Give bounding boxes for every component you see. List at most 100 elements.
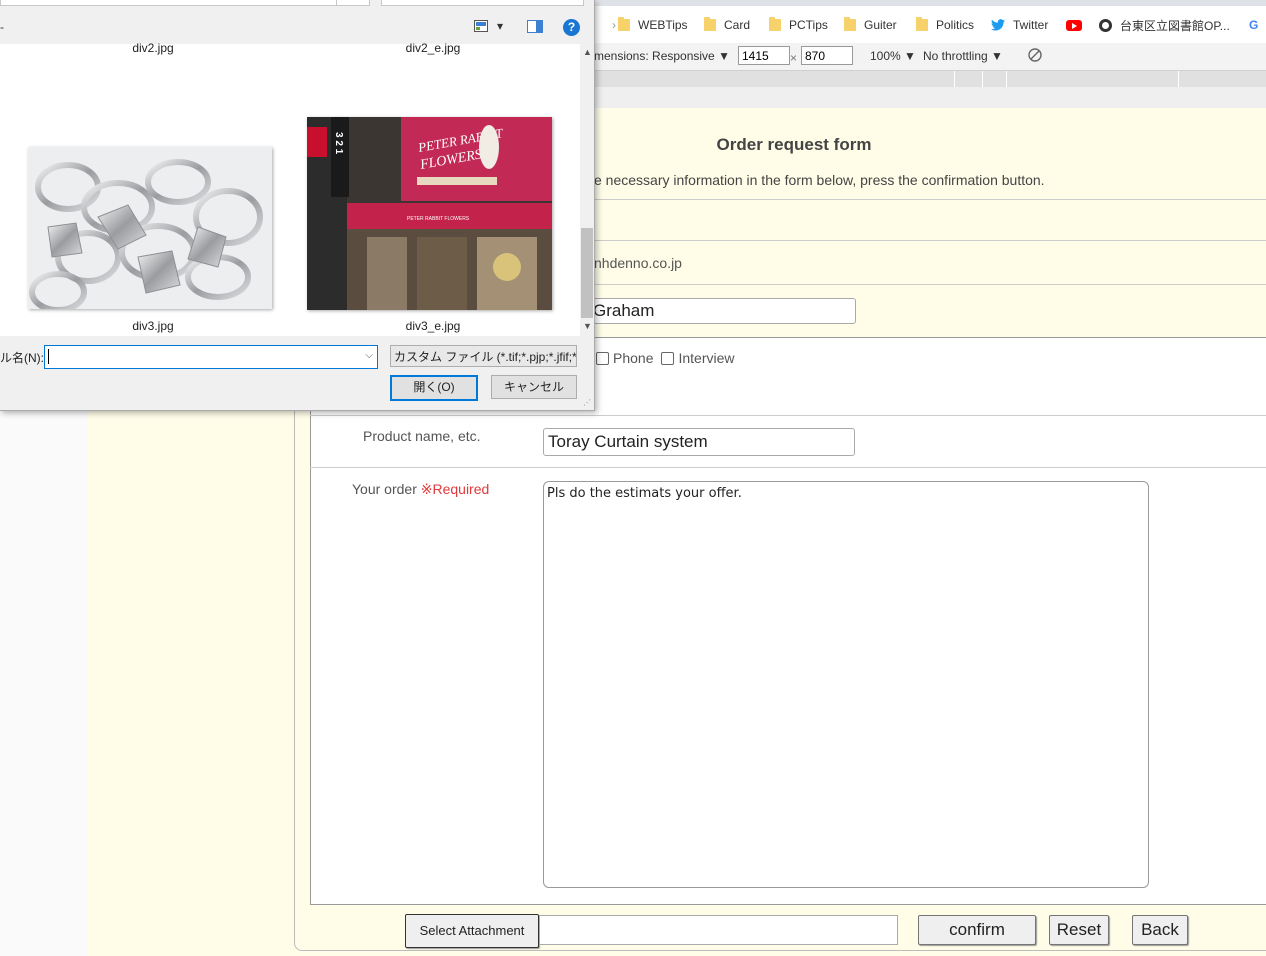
phone-label: Phone (613, 350, 654, 366)
bookmark-label: Guiter (864, 18, 897, 32)
folder-icon (844, 17, 856, 31)
awning-text: PETER RABBIT FLOWERS (407, 216, 470, 222)
thumbnail-div3-e[interactable]: 3 2 1 PETER RABBIT FLOWERS PETER RABBIT … (307, 117, 552, 310)
folder-icon (704, 17, 716, 31)
bookmark-twitter[interactable]: Twitter (991, 16, 1048, 34)
order-label: Your order ※Required (352, 481, 489, 498)
thumbnail-div3[interactable] (28, 147, 272, 309)
instructions-text: e necessary information in the form belo… (594, 172, 1045, 188)
folder-icon (916, 17, 928, 31)
bookmark-label: PCTips (789, 18, 828, 32)
folder-icon (618, 17, 630, 31)
bookmark-card[interactable]: Card (704, 16, 750, 34)
bookmarks-bar: › WEBTips Card PCTips Guiter Politics Tw… (594, 0, 1266, 44)
open-button[interactable]: 開く(O) (390, 375, 478, 401)
scroll-thumb[interactable] (581, 228, 593, 318)
device-toolbar: mensions: Responsive ▼ × 100% ▼ No throt… (594, 43, 1266, 71)
order-label-text: Your order (352, 481, 417, 497)
metal-rings-image (28, 147, 272, 309)
bookmark-youtube[interactable] (1066, 16, 1082, 34)
bookmark-webtips[interactable]: WEBTips (618, 16, 688, 34)
row-divider (594, 240, 1266, 241)
address-bar[interactable] (0, 0, 338, 6)
view-icon (474, 20, 488, 32)
view-options-icon[interactable] (474, 20, 488, 35)
bookmark-guiter[interactable]: Guiter (844, 16, 897, 34)
name-field[interactable]: Graham (588, 298, 856, 324)
row-divider (594, 284, 1266, 285)
file-list: div2.jpg div2_e.jpg 3 2 1 PETER RABBIT F… (0, 41, 580, 336)
bookmark-google[interactable]: G (1249, 16, 1258, 34)
file-list-scrollbar[interactable]: ▲ ▼ (580, 44, 594, 336)
height-input[interactable] (801, 46, 853, 65)
text-caret (48, 349, 49, 364)
dialog-header: - ▾ ? (0, 0, 594, 44)
interview-label: Interview (678, 350, 735, 366)
twitter-icon (991, 19, 1005, 31)
bookmark-label: Card (724, 18, 751, 32)
order-textarea[interactable]: Pls do the estimats your offer. (543, 481, 1149, 888)
dialog-edge-glyph: - (0, 20, 4, 34)
cancel-button[interactable]: キャンセル (491, 375, 577, 399)
folder-icon (769, 17, 781, 31)
preview-icon (527, 20, 543, 33)
row-divider (594, 199, 1266, 200)
chevron-down-icon[interactable]: ⌵ (365, 350, 373, 361)
row-divider (310, 415, 1266, 416)
ruler-segment[interactable] (1006, 71, 1007, 87)
search-input[interactable] (381, 0, 584, 6)
filename-input[interactable]: ⌵ (44, 345, 378, 369)
required-mark: ※Required (420, 481, 490, 497)
filename-label: ル名(N): (0, 351, 44, 365)
phone-checkbox[interactable] (596, 351, 609, 365)
caret-down-icon: ▼ (718, 49, 730, 63)
confirm-button[interactable]: confirm (918, 915, 1036, 945)
bookmark-partial[interactable]: › (612, 16, 616, 34)
page-title: Order request form (716, 135, 872, 154)
ruler-segment[interactable] (1178, 71, 1179, 87)
bookmark-politics[interactable]: Politics (916, 16, 974, 34)
row-divider (594, 337, 1266, 338)
file-name[interactable]: div2.jpg (73, 41, 233, 55)
bookmark-pctips[interactable]: PCTips (769, 16, 828, 34)
ruler-segment[interactable] (954, 71, 955, 87)
attachment-field[interactable] (539, 915, 898, 945)
file-type-select[interactable]: カスタム ファイル (*.tif;*.pjp;*.jfif;*. (390, 345, 577, 367)
width-input[interactable] (738, 46, 790, 65)
email-display: nhdenno.co.jp (594, 255, 682, 271)
dimensions-label: mensions: Responsive (594, 49, 715, 63)
viewport-gap (594, 87, 1266, 108)
pillar-numbers: 3 2 1 (333, 132, 344, 155)
row-divider (310, 467, 1266, 468)
caret-down-icon: ▼ (991, 49, 1003, 63)
help-icon[interactable]: ? (563, 19, 580, 36)
bookmark-library[interactable]: 台東区立図書館OP... (1099, 16, 1230, 34)
ruler-segment[interactable] (982, 71, 983, 87)
contact-method-group: Phone Interview (596, 350, 735, 366)
throttling-select[interactable]: No throttling ▼ (923, 49, 1003, 63)
preview-pane-icon[interactable] (527, 20, 543, 36)
back-button[interactable]: Back (1132, 915, 1188, 945)
bookmark-label: Politics (936, 18, 975, 32)
refresh-button[interactable] (336, 0, 370, 6)
zoom-select[interactable]: 100% ▼ (870, 49, 916, 63)
dimensions-select[interactable]: mensions: Responsive ▼ (594, 49, 730, 63)
scroll-up-icon[interactable]: ▲ (583, 47, 592, 57)
scroll-down-icon[interactable]: ▼ (583, 321, 592, 331)
rotate-icon-svg (1028, 48, 1042, 62)
file-name[interactable]: div3_e.jpg (353, 319, 513, 333)
product-name-field[interactable]: Toray Curtain system (543, 428, 855, 456)
interview-checkbox[interactable] (661, 351, 675, 365)
storefront-image: 3 2 1 PETER RABBIT FLOWERS PETER RABBIT … (307, 117, 552, 310)
media-query-ruler (594, 71, 1266, 88)
google-icon: G (1249, 18, 1259, 32)
resize-grip-icon[interactable]: ⋰ (583, 398, 591, 407)
reset-button[interactable]: Reset (1049, 915, 1109, 945)
bookmark-label: 台東区立図書館OP... (1120, 18, 1230, 33)
file-name[interactable]: div2_e.jpg (353, 41, 513, 55)
select-attachment-button[interactable]: Select Attachment (405, 914, 539, 948)
view-dropdown-icon[interactable]: ▾ (497, 19, 503, 33)
rotate-icon[interactable] (1027, 47, 1043, 66)
caret-down-icon: ▼ (904, 49, 916, 63)
file-name[interactable]: div3.jpg (73, 319, 233, 333)
